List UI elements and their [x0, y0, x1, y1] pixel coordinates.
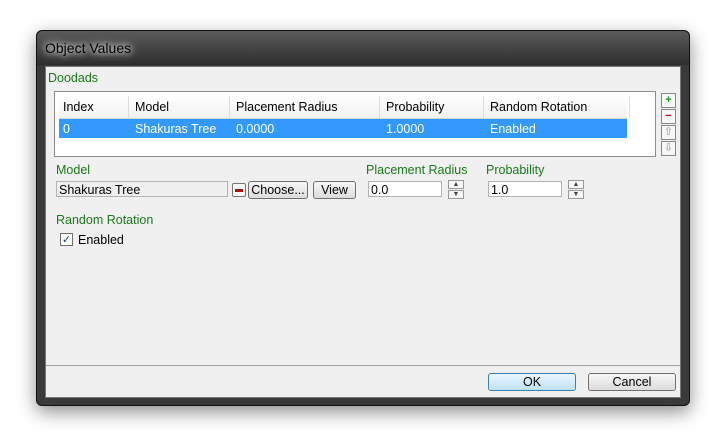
move-down-button[interactable]: ⇩ — [661, 141, 676, 156]
placement-radius-input[interactable]: 0.0 — [368, 181, 442, 197]
dialog-body: Doodads Index Model Placement Radius Pro… — [45, 66, 681, 398]
arrow-up-icon[interactable]: ▲ — [448, 180, 464, 189]
arrow-down-icon[interactable]: ▼ — [448, 190, 464, 199]
cell-model: Shakuras Tree — [135, 122, 217, 136]
remove-doodad-button[interactable]: − — [661, 109, 676, 124]
ok-button[interactable]: OK — [488, 373, 576, 391]
title-bar[interactable]: Object Values — [37, 31, 689, 65]
column-header-random-rotation[interactable]: Random Rotation — [490, 100, 587, 114]
object-values-dialog: Object Values Doodads Index Model Placem… — [36, 30, 690, 406]
column-divider[interactable] — [128, 96, 129, 118]
cell-index: 0 — [63, 122, 70, 136]
column-header-index[interactable]: Index — [63, 100, 94, 114]
model-label: Model — [56, 163, 91, 177]
cancel-button[interactable]: Cancel — [588, 373, 676, 391]
table-header: Index Model Placement Radius Probability… — [59, 96, 630, 119]
column-header-model[interactable]: Model — [135, 100, 169, 114]
random-rotation-label: Random Rotation — [56, 213, 154, 227]
cell-placement-radius: 0.0000 — [236, 122, 275, 136]
clear-model-button[interactable] — [232, 183, 246, 197]
arrow-down-icon[interactable]: ▼ — [568, 190, 584, 199]
view-model-button[interactable]: View — [313, 181, 356, 199]
random-rotation-checkbox[interactable]: ✓ — [60, 233, 73, 246]
column-divider[interactable] — [229, 96, 230, 118]
probability-label: Probability — [486, 163, 545, 177]
cell-random-rotation: Enabled — [490, 122, 536, 136]
doodads-label: Doodads — [48, 71, 99, 85]
choose-model-button[interactable]: Choose... — [248, 181, 308, 199]
doodads-table[interactable]: Index Model Placement Radius Probability… — [54, 91, 656, 157]
dialog-title: Object Values — [45, 40, 132, 56]
plus-icon: + — [665, 94, 672, 106]
probability-stepper[interactable]: ▲ ▼ — [568, 180, 584, 200]
minus-icon: − — [665, 110, 672, 122]
random-rotation-checkbox-label[interactable]: Enabled — [78, 233, 124, 247]
model-field[interactable]: Shakuras Tree — [56, 181, 228, 197]
arrow-up-icon: ⇧ — [663, 126, 674, 138]
column-header-placement-radius[interactable]: Placement Radius — [236, 100, 337, 114]
checkmark-icon: ✓ — [61, 234, 72, 246]
add-doodad-button[interactable]: + — [661, 93, 676, 108]
move-up-button[interactable]: ⇧ — [661, 125, 676, 140]
placement-radius-label: Placement Radius — [366, 163, 468, 177]
footer-divider — [46, 365, 680, 366]
arrow-down-icon: ⇩ — [663, 142, 674, 154]
probability-input[interactable]: 1.0 — [488, 181, 562, 197]
column-divider[interactable] — [629, 96, 630, 118]
column-divider[interactable] — [483, 96, 484, 118]
column-divider[interactable] — [379, 96, 380, 118]
cell-probability: 1.0000 — [386, 122, 425, 136]
arrow-up-icon[interactable]: ▲ — [568, 180, 584, 189]
column-header-probability[interactable]: Probability — [386, 100, 444, 114]
table-row[interactable]: 0 Shakuras Tree 0.0000 1.0000 Enabled — [59, 119, 627, 138]
placement-radius-stepper[interactable]: ▲ ▼ — [448, 180, 464, 200]
